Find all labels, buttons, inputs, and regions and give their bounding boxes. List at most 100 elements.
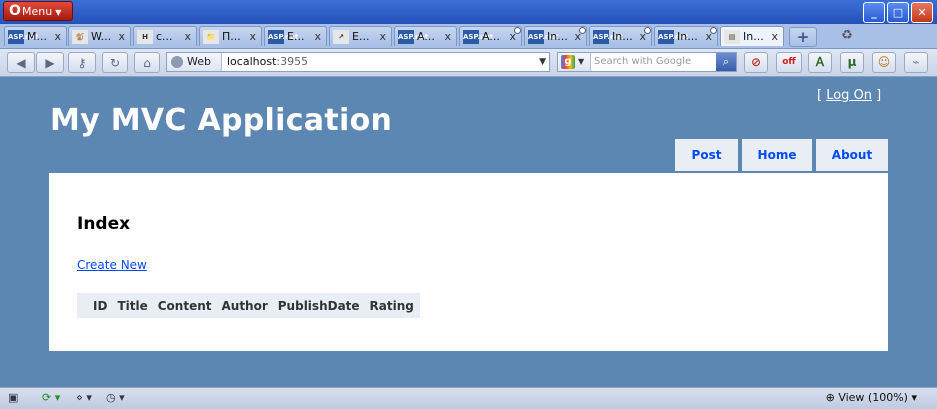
reload-button[interactable]: ↻ <box>102 52 128 73</box>
forward-button[interactable]: ▶ <box>36 52 64 73</box>
back-button[interactable]: ◀ <box>7 52 35 73</box>
tab-label: In... <box>612 30 633 43</box>
adblock-button[interactable]: ⊘ <box>744 52 768 73</box>
zoom-control[interactable]: ⊕ View (100%) ▾ <box>826 390 917 406</box>
address-mode-button[interactable]: Web <box>167 53 222 71</box>
share-icon: ⋄ <box>76 391 83 404</box>
google-icon: g <box>561 55 575 69</box>
tab-close-icon[interactable]: x <box>314 27 321 46</box>
trash-icon[interactable]: ♻ <box>838 27 856 45</box>
tab-loading-dot-icon <box>644 27 651 34</box>
tab-favicon-icon: 🐒 <box>72 30 88 44</box>
tab-close-icon[interactable]: x <box>54 27 61 46</box>
tab-favicon-icon: ASP.net <box>658 30 688 44</box>
tab-label: c... <box>156 30 173 43</box>
close-window-button[interactable]: ✕ <box>911 2 933 23</box>
search-input[interactable]: Search with Google <box>594 53 691 71</box>
panel-icon: ▣ <box>8 391 19 404</box>
utorrent-button[interactable]: µ <box>840 52 864 73</box>
tab-favicon-icon: ▤ <box>724 30 740 44</box>
minimize-button[interactable]: _ <box>863 2 885 23</box>
share-button[interactable]: ⋄ ▾ <box>76 390 92 406</box>
column-header-rating: Rating <box>369 298 414 313</box>
main-content-panel <box>49 173 888 351</box>
tab-close-icon[interactable]: x <box>379 27 386 46</box>
status-bar: ▣ ⟳ ▾ ⋄ ▾ ◷ ▾ ⊕ View (100%) ▾ <box>0 387 937 409</box>
sync-button[interactable]: ⟳ ▾ <box>42 390 60 406</box>
nav-post-link[interactable]: Post <box>675 139 738 171</box>
tab-close-icon[interactable]: x <box>771 27 778 46</box>
tab-close-icon[interactable]: x <box>118 27 125 46</box>
key-icon: ⚷ <box>77 56 87 70</box>
opera-logo-icon: O <box>9 3 21 19</box>
panel-toggle-button[interactable]: ▣ <box>8 390 18 406</box>
tab-close-icon[interactable]: x <box>249 27 256 46</box>
navigation-toolbar: ◀ ▶ ⚷ ↻ ⌂ Web localhost:3955 ▼ g ▼ Search… <box>0 49 937 77</box>
browser-tab[interactable]: Hc... x <box>133 26 197 46</box>
tab-close-icon[interactable]: x <box>184 27 191 46</box>
tab-favicon-icon: 📁 <box>203 30 219 44</box>
adblock-icon: ⊘ <box>750 55 762 69</box>
browser-tab[interactable]: ASP.netA... x <box>394 26 457 46</box>
rss-icon: ⌁ <box>912 55 920 69</box>
browser-tab[interactable]: ASP.netIn... x <box>524 26 587 46</box>
speed-dial-button[interactable]: ◷ ▾ <box>106 390 125 406</box>
new-tab-button[interactable]: + <box>789 27 817 47</box>
title-bar: OMenu ▼ _ □ ✕ <box>0 0 937 24</box>
reload-icon: ↻ <box>109 56 121 70</box>
zoom-text: View (100%) <box>838 391 908 404</box>
turbo-button[interactable]: off <box>776 52 802 73</box>
chevron-down-icon: ▾ <box>119 391 125 404</box>
column-header-id: ID <box>93 298 108 313</box>
speed-icon: ◷ <box>106 391 116 404</box>
browser-tab[interactable]: ASP.netIn... x <box>589 26 652 46</box>
create-new-link[interactable]: Create New <box>77 258 147 272</box>
notes-button[interactable]: ☺ <box>872 52 896 73</box>
tab-label: A... <box>417 30 435 43</box>
zoom-icon: ⊕ <box>825 391 835 404</box>
tab-label: W... <box>91 30 112 43</box>
back-icon: ◀ <box>16 56 26 70</box>
tab-strip: ▤ In... x ASP.netIn... x ASP.netIn... x ASP.net… <box>0 24 937 49</box>
window-controls: _ □ ✕ <box>863 2 933 23</box>
search-icon: ⌕ <box>722 55 730 68</box>
home-button[interactable]: ⌂ <box>134 52 160 73</box>
column-header-content: Content <box>157 298 212 313</box>
browser-tab[interactable]: ▤ In... x <box>720 26 784 46</box>
address-dropdown-icon[interactable]: ▼ <box>539 53 546 71</box>
logon-display: [ Log On ] <box>817 88 881 103</box>
search-go-button[interactable]: ⌕ <box>716 53 736 71</box>
browser-tab[interactable]: ASP.netM... x <box>4 26 67 46</box>
maximize-button[interactable]: □ <box>887 2 909 23</box>
translate-button[interactable]: Ａ <box>808 52 832 73</box>
nav-about-link[interactable]: About <box>816 139 888 171</box>
nav-home-link[interactable]: Home <box>742 139 812 171</box>
table-header-row: ID Title Content Author PublishDate Rati… <box>77 293 420 318</box>
translate-icon: Ａ <box>813 55 826 69</box>
wand-button[interactable]: ⚷ <box>68 52 96 73</box>
browser-tab[interactable]: ↗ E... x <box>329 26 392 46</box>
tab-favicon-icon: ↗ <box>333 30 349 44</box>
tab-label: A... <box>482 30 500 43</box>
browser-tab[interactable]: 📁 П... x <box>199 26 262 46</box>
search-engine-selector[interactable]: g ▼ <box>558 53 591 71</box>
url-host: localhost <box>227 55 277 68</box>
tab-favicon-icon: ASP.net <box>8 30 38 44</box>
url-text[interactable]: localhost:3955 <box>227 53 308 71</box>
tab-label: In... <box>547 30 568 43</box>
tab-close-icon[interactable]: x <box>444 27 451 46</box>
log-on-link[interactable]: Log On <box>826 88 872 103</box>
browser-tab[interactable]: ASP.netIn... x <box>654 26 718 46</box>
menu-button[interactable]: OMenu ▼ <box>3 1 73 21</box>
tab-label: E... <box>352 30 370 43</box>
search-box[interactable]: g ▼ Search with Google ⌕ <box>557 52 737 72</box>
browser-tab[interactable]: ASP.netA... x <box>459 26 522 46</box>
browser-tab[interactable]: ASP.netE... x <box>264 26 327 46</box>
logon-bracket-open: [ <box>817 88 827 103</box>
browser-tab[interactable]: 🐒 W... x <box>68 26 131 46</box>
address-bar[interactable]: Web localhost:3955 ▼ <box>166 52 550 72</box>
tab-loading-dot-icon <box>579 27 586 34</box>
chevron-down-icon: ▾ <box>86 391 92 404</box>
tab-favicon-icon: ASP.net <box>268 30 298 44</box>
rss-button[interactable]: ⌁ <box>904 52 928 73</box>
